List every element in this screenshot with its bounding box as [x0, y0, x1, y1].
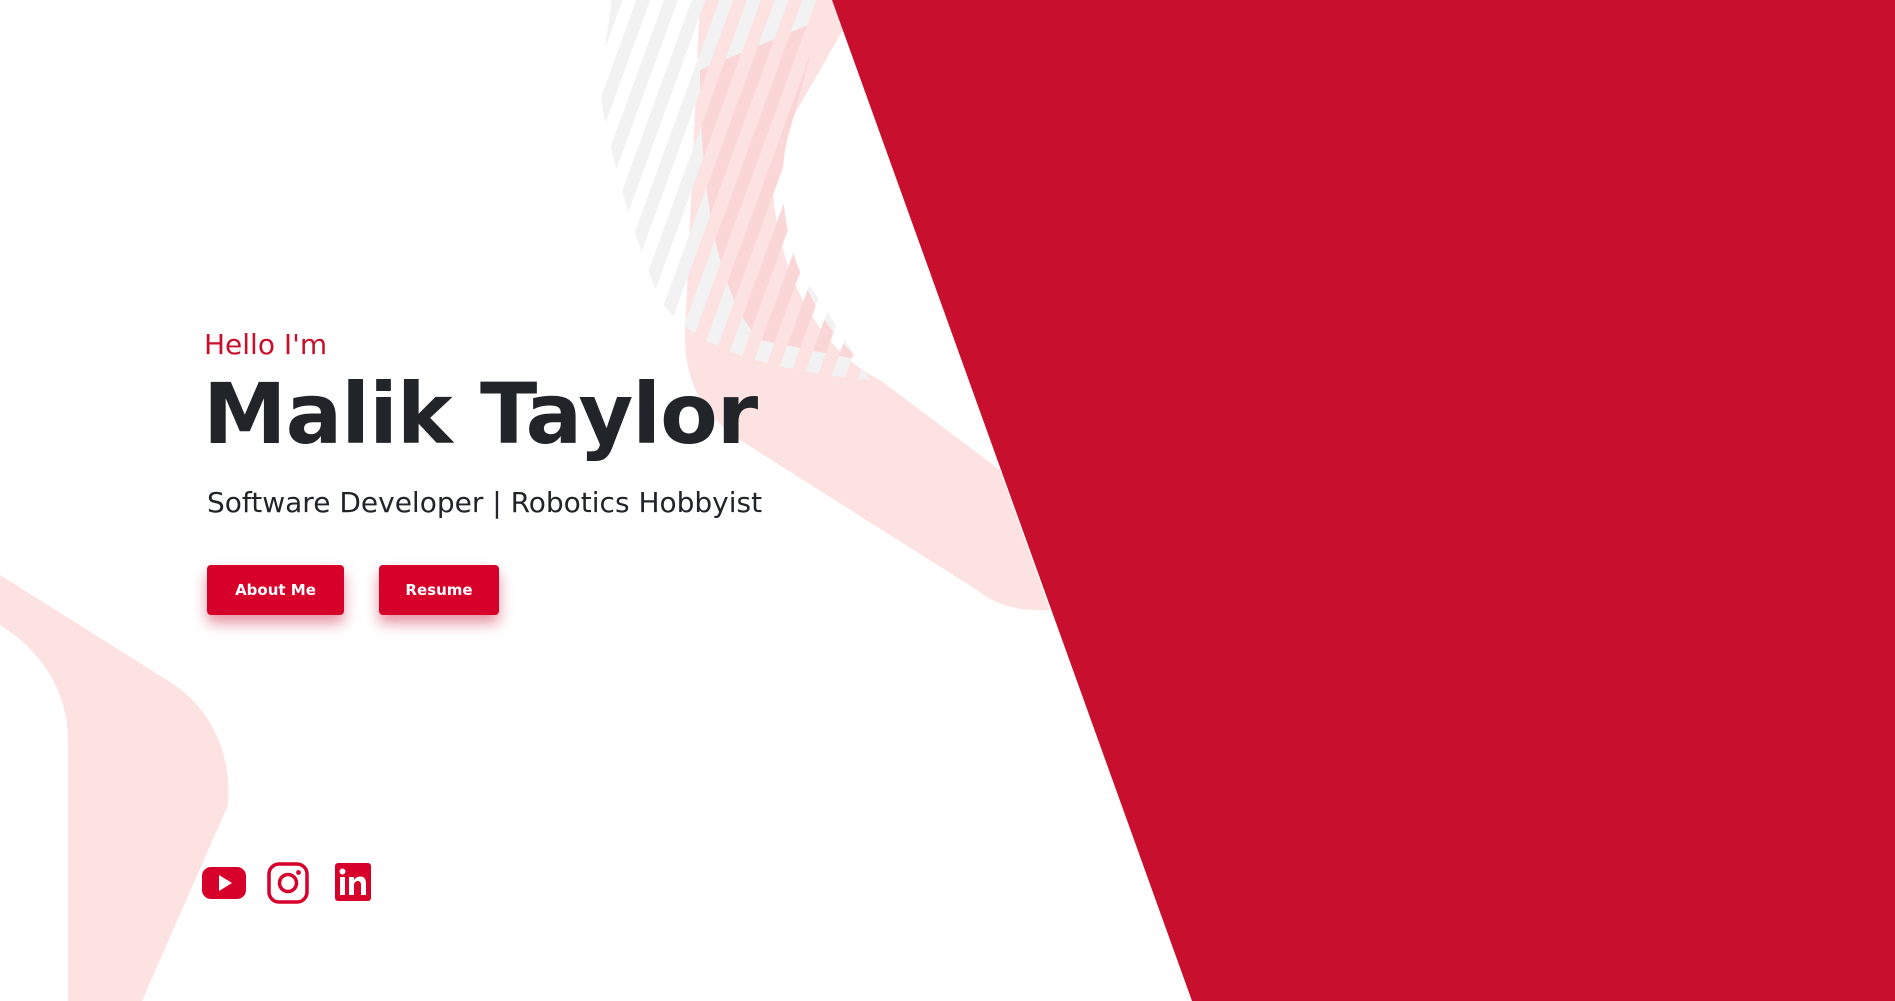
page-title: Malik Taylor [203, 365, 758, 463]
instagram-icon[interactable] [266, 861, 310, 905]
hero-section: Hello I'm Malik Taylor Software Develope… [0, 0, 1895, 1001]
linkedin-icon[interactable] [330, 861, 374, 905]
cta-buttons: About Me Resume [207, 565, 499, 615]
about-me-button[interactable]: About Me [207, 565, 344, 615]
tagline-text: Software Developer | Robotics Hobbyist [207, 486, 763, 519]
resume-button[interactable]: Resume [379, 565, 499, 615]
youtube-icon[interactable] [202, 861, 246, 905]
pink-ribbon-lower [0, 575, 229, 1001]
social-links [202, 861, 374, 905]
greeting-text: Hello I'm [204, 328, 328, 361]
